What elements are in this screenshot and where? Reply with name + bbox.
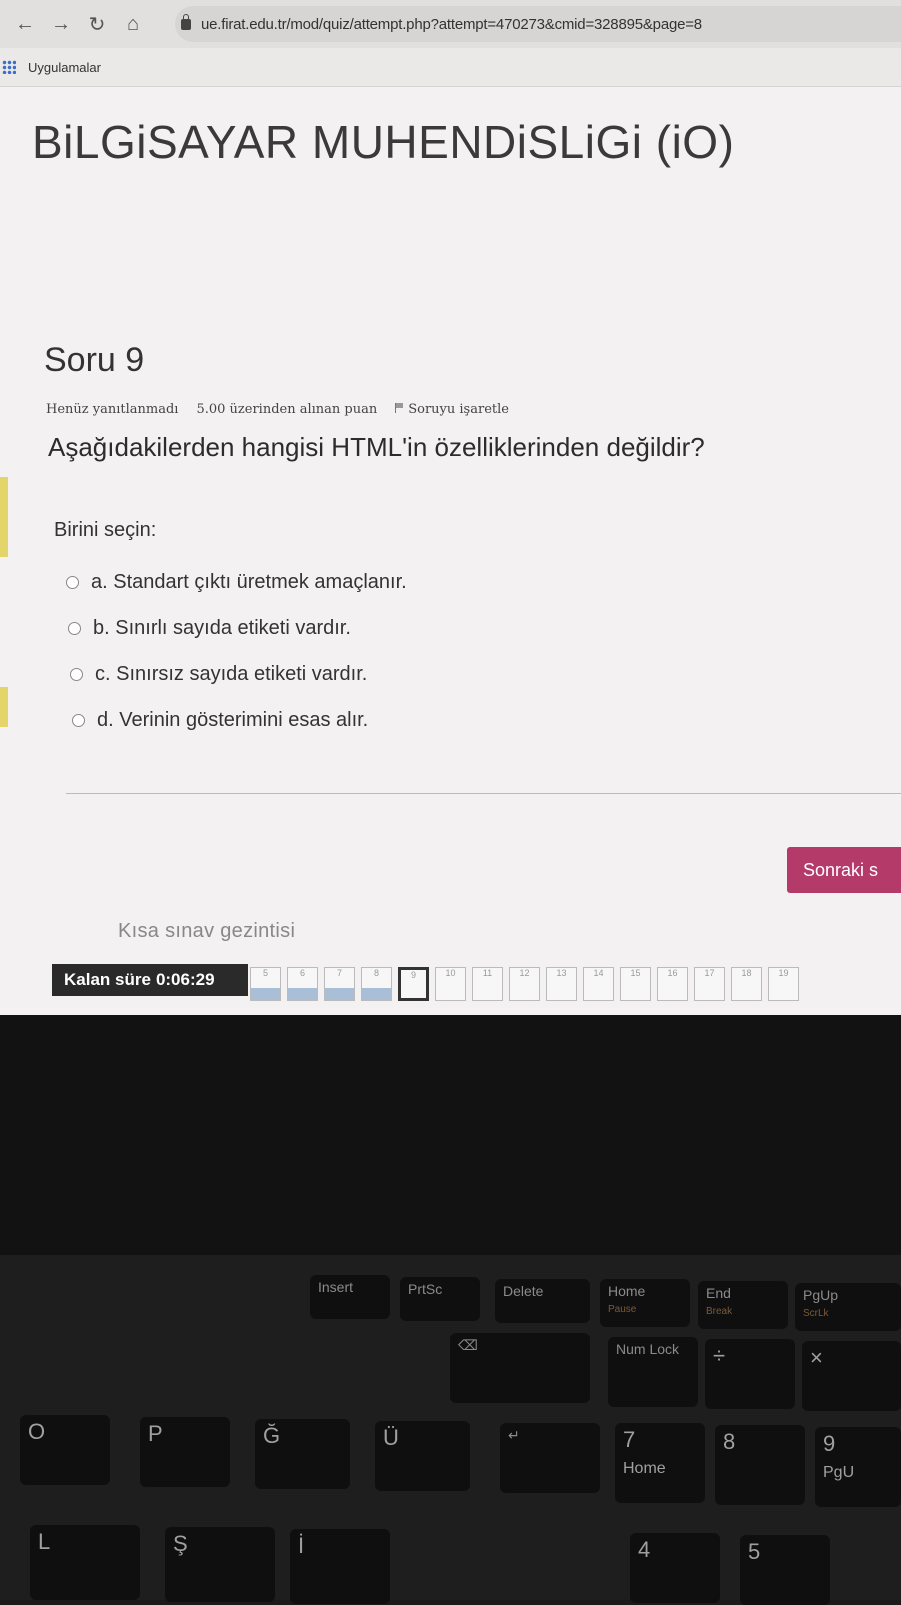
address-bar[interactable]: ue.firat.edu.tr/mod/quiz/attempt.php?att…: [175, 6, 901, 42]
answer-label: a. Standart çıktı üretmek amaçlanır.: [91, 570, 407, 593]
screen: ← → ↻ ⌂ ue.firat.edu.tr/mod/quiz/attempt…: [0, 0, 901, 1015]
answer-list: a. Standart çıktı üretmek amaçlanır. b. …: [66, 559, 407, 743]
quiz-nav-page-11[interactable]: 11: [472, 967, 503, 1001]
next-page-button[interactable]: Sonraki s: [787, 847, 901, 893]
quiz-nav-page-9[interactable]: 9: [398, 967, 429, 1001]
key-insert: Insert: [310, 1275, 390, 1319]
quiz-nav-page-12[interactable]: 12: [509, 967, 540, 1001]
answer-option-a[interactable]: a. Standart çıktı üretmek amaçlanır.: [66, 559, 407, 605]
key-numpad-5: 5: [740, 1535, 830, 1605]
radio-button[interactable]: [66, 575, 79, 589]
quiz-nav-page-14[interactable]: 14: [583, 967, 614, 1001]
answer-label: b. Sınırlı sayıda etiketi vardır.: [93, 616, 351, 639]
timer-label: Kalan süre: [64, 970, 151, 989]
answer-label: c. Sınırsız sayıda etiketi vardır.: [95, 662, 368, 685]
key-numpad-4: 4: [630, 1533, 720, 1603]
question-text: Aşağıdakilerden hangisi HTML'in özellikl…: [48, 432, 705, 462]
key-o: O: [20, 1415, 110, 1485]
quiz-navigation-grid: 5 6 7 8 9 10 11 12 13 14 15 16 17 18 19: [250, 967, 799, 1001]
flag-icon: [395, 403, 404, 413]
key-end: End Break: [698, 1281, 788, 1329]
timer-box: Kalan süre 0:06:29: [52, 964, 248, 996]
answer-label: d. Verinin gösterimini esas alır.: [97, 708, 369, 731]
key-numlock: Num Lock: [608, 1337, 698, 1407]
key-numpad-8: 8: [715, 1425, 805, 1505]
home-icon[interactable]: ⌂: [122, 13, 144, 36]
bookmarks-apps-link[interactable]: Uygulamalar: [28, 60, 101, 75]
key-enter: ↵: [500, 1423, 600, 1493]
url-text: ue.firat.edu.tr/mod/quiz/attempt.php?att…: [201, 15, 702, 33]
key-dotted-i: İ: [290, 1529, 390, 1604]
question-points: 5.00 üzerinden alınan puan: [196, 402, 378, 417]
key-g-breve: Ğ: [255, 1419, 350, 1489]
key-u-umlaut: Ü: [375, 1421, 470, 1491]
question-info: Henüz yanıtlanmadı 5.00 üzerinden alınan…: [46, 402, 509, 417]
forward-icon[interactable]: →: [50, 13, 72, 36]
quiz-nav-page-6[interactable]: 6: [287, 967, 318, 1001]
quiz-nav-page-15[interactable]: 15: [620, 967, 651, 1001]
site-title: BiLGiSAYAR MUHENDiSLiGi (iO): [32, 116, 735, 168]
timer-value: 0:06:29: [155, 970, 215, 989]
answer-option-c[interactable]: c. Sınırsız sayıda etiketi vardır.: [70, 651, 407, 697]
keyboard: Insert PrtSc Delete Home Pause End Break P…: [0, 1255, 901, 1605]
flag-question-link[interactable]: Soruyu işaretle: [395, 402, 509, 417]
quiz-nav-page-10[interactable]: 10: [435, 967, 466, 1001]
key-delete: Delete: [495, 1279, 590, 1323]
key-multiply: ×: [802, 1341, 901, 1411]
bookmarks-bar: Uygulamalar: [0, 48, 901, 87]
back-icon[interactable]: ←: [14, 13, 36, 36]
quiz-nav-page-18[interactable]: 18: [731, 967, 762, 1001]
laptop-bezel: [0, 1015, 901, 1255]
quiz-nav-page-8[interactable]: 8: [361, 967, 392, 1001]
answer-prompt: Birini seçin:: [54, 519, 157, 541]
quiz-nav-page-5[interactable]: 5: [250, 967, 281, 1001]
question-number: Soru 9: [44, 341, 145, 379]
answer-option-b[interactable]: b. Sınırlı sayıda etiketi vardır.: [68, 605, 407, 651]
browser-toolbar: ← → ↻ ⌂ ue.firat.edu.tr/mod/quiz/attempt…: [0, 0, 901, 48]
radio-button[interactable]: [70, 667, 83, 681]
quiz-nav-page-16[interactable]: 16: [657, 967, 688, 1001]
answer-option-d[interactable]: d. Verinin gösterimini esas alır.: [72, 697, 407, 743]
quiz-navigation-title: Kısa sınav gezintisi: [118, 920, 296, 942]
flag-label: Soruyu işaretle: [408, 402, 509, 417]
quiz-nav-page-19[interactable]: 19: [768, 967, 799, 1001]
quiz-nav-page-13[interactable]: 13: [546, 967, 577, 1001]
quiz-nav-page-17[interactable]: 17: [694, 967, 725, 1001]
key-p: P: [140, 1417, 230, 1487]
quiz-nav-page-7[interactable]: 7: [324, 967, 355, 1001]
key-s-cedilla: Ş: [165, 1527, 275, 1602]
radio-button[interactable]: [72, 713, 85, 727]
left-accent-bar: [0, 477, 8, 557]
key-home: Home Pause: [600, 1279, 690, 1327]
key-l: L: [30, 1525, 140, 1600]
key-backspace: ⌫: [450, 1333, 590, 1403]
radio-button[interactable]: [68, 621, 81, 635]
key-divide: ÷: [705, 1339, 795, 1409]
key-pgup: PgUp ScrLk: [795, 1283, 901, 1331]
question-status: Henüz yanıtlanmadı: [46, 402, 179, 417]
key-numpad-7: 7 Home: [615, 1423, 705, 1503]
quiz-page: BiLGiSAYAR MUHENDiSLiGi (iO) Soru 9 Henü…: [0, 87, 901, 1015]
apps-grid-icon[interactable]: [2, 60, 16, 74]
left-accent-bar: [0, 687, 8, 727]
reload-icon[interactable]: ↻: [86, 12, 108, 37]
lock-icon: [181, 13, 191, 30]
key-prtsc: PrtSc: [400, 1277, 480, 1321]
divider: [66, 793, 901, 794]
key-numpad-9: 9 PgU: [815, 1427, 901, 1507]
